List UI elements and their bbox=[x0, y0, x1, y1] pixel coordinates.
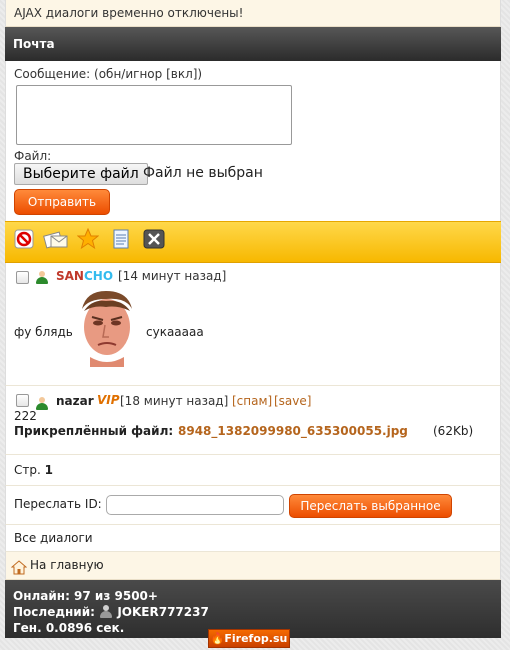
forward-id-input[interactable] bbox=[106, 495, 284, 515]
message-item: nazar VIP [18 минут назад] [спам] [save]… bbox=[5, 386, 501, 455]
home-link-label: На главную bbox=[30, 558, 104, 572]
pager: Стр. 1 bbox=[5, 455, 501, 486]
attachment-link[interactable]: 8948_1382099980_635300055.jpg bbox=[178, 424, 408, 438]
pager-label: Стр. bbox=[14, 463, 41, 477]
spam-link[interactable]: [спам] bbox=[232, 394, 272, 408]
sender-name[interactable]: SANCHO bbox=[56, 269, 113, 283]
notepad-icon[interactable] bbox=[110, 228, 132, 250]
file-label: Файл: bbox=[14, 149, 52, 163]
last-user-row: Последний: JOKER777237 bbox=[13, 604, 493, 620]
send-button[interactable]: Отправить bbox=[14, 189, 110, 215]
message-image[interactable] bbox=[72, 287, 140, 367]
home-link[interactable]: На главную bbox=[5, 552, 501, 580]
delete-icon[interactable] bbox=[143, 228, 165, 250]
compose-form: Сообщение: (обн/игнор [вкл]) Файл: Выбер… bbox=[5, 61, 501, 221]
flame-icon: 🔥 bbox=[210, 632, 225, 645]
forward-selected-button[interactable]: Переслать выбранное bbox=[289, 494, 452, 518]
counter-label: Firefop.su bbox=[224, 632, 288, 645]
user-online-icon bbox=[36, 397, 48, 410]
pager-current: 1 bbox=[44, 463, 53, 477]
message-time: [14 минут назад] bbox=[118, 269, 227, 283]
forward-row: Переслать ID: Переслать выбранное bbox=[5, 486, 501, 525]
last-user-label: Последний: bbox=[13, 605, 95, 619]
block-icon[interactable] bbox=[13, 228, 35, 250]
sender-name[interactable]: nazar bbox=[56, 394, 94, 408]
forward-label: Переслать ID: bbox=[14, 497, 102, 511]
message-item: SANCHO [14 минут назад] фу блядь сукаааа… bbox=[5, 263, 501, 386]
all-dialogs-link[interactable]: Все диалоги bbox=[5, 525, 501, 552]
envelopes-icon[interactable] bbox=[43, 228, 69, 250]
notice-bar: AJAX диалоги временно отключены! bbox=[5, 0, 501, 27]
page-title: Почта bbox=[5, 27, 501, 61]
save-link[interactable]: [save] bbox=[274, 394, 311, 408]
attachment-size: (62Kb) bbox=[433, 424, 474, 438]
message-label: Сообщение: (обн/игнор [вкл]) bbox=[14, 67, 203, 81]
choose-file-button[interactable]: Выберите файл bbox=[14, 163, 148, 185]
online-count: Онлайн: 97 из 9500+ bbox=[13, 589, 158, 603]
last-user-name[interactable]: JOKER777237 bbox=[117, 605, 209, 619]
vip-badge: VIP bbox=[97, 393, 120, 407]
message-body: 222 bbox=[14, 409, 37, 423]
select-checkbox[interactable] bbox=[16, 271, 29, 284]
file-status: Файл не выбран bbox=[143, 165, 263, 181]
message-text-right: сукааааа bbox=[146, 325, 204, 339]
select-checkbox[interactable] bbox=[16, 394, 29, 407]
mail-toolbar bbox=[5, 221, 501, 263]
user-online-icon bbox=[36, 271, 48, 284]
attachment-label: Прикреплённый файл: bbox=[14, 424, 174, 438]
site-counter-badge[interactable]: 🔥Firefop.su bbox=[208, 629, 290, 648]
message-textarea[interactable] bbox=[16, 85, 292, 145]
user-offline-icon bbox=[99, 605, 113, 618]
star-icon[interactable] bbox=[77, 228, 99, 250]
message-time: [18 минут назад] bbox=[120, 394, 229, 408]
message-text-left: фу блядь bbox=[14, 325, 73, 339]
